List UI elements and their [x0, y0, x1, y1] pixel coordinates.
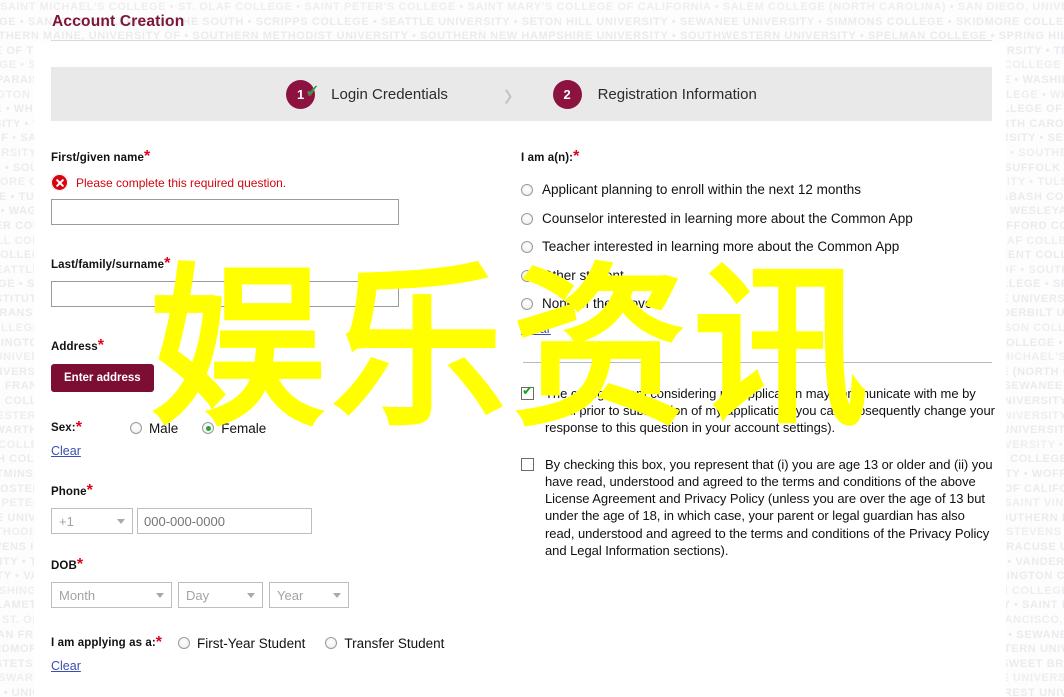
progress-stepper: 1 ✓ Login Credentials › 2 Registration I…: [51, 67, 992, 121]
step-1-label: Login Credentials: [331, 85, 448, 103]
checkbox-icon[interactable]: [521, 384, 534, 400]
step-login-credentials[interactable]: 1 ✓ Login Credentials: [286, 79, 448, 109]
radio-icon[interactable]: [521, 212, 533, 225]
i-am-a-option-4-label: None of the above: [542, 296, 653, 312]
sex-option-male-label: Male: [148, 420, 179, 436]
title-divider: [51, 40, 992, 41]
sex-clear-link[interactable]: Clear: [51, 444, 81, 458]
sex-option-female[interactable]: Female: [202, 421, 266, 436]
i-am-a-label: I am a(n):: [521, 152, 574, 164]
step-1-number: 1: [297, 86, 305, 102]
i-am-a-option-other-student[interactable]: Other student: [521, 267, 996, 285]
field-applying-as: I am applying as a: * First-Year Student …: [51, 634, 471, 675]
page-title: Account Creation: [52, 13, 185, 30]
radio-icon[interactable]: [129, 422, 142, 434]
field-dob: DOB* Month Day Year: [51, 556, 471, 608]
sex-option-male[interactable]: Male: [129, 420, 179, 436]
error-icon: [51, 174, 68, 191]
check-icon: ✓: [305, 80, 321, 101]
i-am-a-clear-link[interactable]: Clear: [521, 322, 551, 336]
dob-month-select[interactable]: Month: [51, 582, 172, 608]
required-asterisk: *: [75, 419, 82, 436]
radio-icon[interactable]: [521, 184, 533, 196]
phone-label: Phone: [51, 486, 87, 498]
required-asterisk: *: [155, 634, 163, 651]
radio-icon[interactable]: [521, 269, 533, 282]
i-am-a-option-counselor[interactable]: Counselor interested in learning more ab…: [521, 210, 996, 228]
consent-terms-text: By checking this box, you represent that…: [545, 456, 993, 558]
required-asterisk: *: [76, 556, 84, 573]
field-address: Address* Enter address: [51, 337, 471, 392]
checkbox-icon[interactable]: [521, 457, 534, 471]
last-name-label: Last/family/surname: [51, 259, 165, 271]
radio-icon[interactable]: [325, 637, 338, 649]
required-asterisk: *: [97, 337, 104, 354]
dob-day-value: Day: [186, 587, 210, 603]
field-i-am-a: I am a(n):* Applicant planning to enroll…: [521, 148, 996, 338]
radio-icon[interactable]: [521, 241, 533, 254]
field-phone: Phone* +1: [51, 482, 471, 534]
consent-row-email[interactable]: The colleges I am considering my applica…: [521, 384, 996, 437]
chevron-down-icon: [333, 593, 341, 598]
i-am-a-option-2-label: Teacher interested in learning more abou…: [542, 239, 900, 255]
field-first-name: First/given name* Please complete this r…: [51, 148, 471, 225]
enter-address-button[interactable]: Enter address: [51, 364, 154, 392]
dob-label: DOB: [51, 560, 77, 572]
radio-icon[interactable]: [521, 298, 533, 311]
first-name-error-text: Please complete this required question.: [76, 175, 287, 190]
step-1-badge: 1 ✓: [286, 79, 320, 109]
dob-year-select[interactable]: Year: [269, 582, 349, 608]
phone-country-code-select[interactable]: +1: [51, 508, 133, 534]
background-text-line: SKIDMORE COLLEGE • SMITH COLLEGE • SOUTH…: [0, 30, 1064, 43]
phone-number-input[interactable]: [137, 508, 312, 534]
consent-email-text: The colleges I am considering my applica…: [545, 385, 995, 436]
step-2-badge: 2: [552, 79, 582, 109]
step-2-number: 2: [563, 86, 571, 102]
chevron-down-icon: [117, 519, 125, 524]
i-am-a-option-applicant[interactable]: Applicant planning to enroll within the …: [521, 181, 996, 199]
i-am-a-option-0-label: Applicant planning to enroll within the …: [542, 182, 861, 197]
step-registration-information[interactable]: 2 Registration Information: [552, 79, 757, 109]
section-divider: [523, 361, 992, 363]
address-label: Address: [51, 341, 98, 353]
sex-label: Sex:: [51, 422, 76, 434]
first-name-error: Please complete this required question.: [51, 174, 471, 191]
required-asterisk: *: [144, 148, 151, 165]
step-2-label: Registration Information: [597, 85, 757, 103]
dob-month-value: Month: [59, 587, 96, 603]
i-am-a-option-3-label: Other student: [542, 267, 624, 283]
dob-year-value: Year: [277, 587, 304, 603]
required-asterisk: *: [164, 255, 171, 272]
radio-icon[interactable]: [202, 422, 215, 434]
dob-day-select[interactable]: Day: [178, 582, 263, 608]
chevron-right-icon: ›: [503, 73, 513, 115]
last-name-input[interactable]: [51, 281, 399, 307]
applying-as-option-first-year[interactable]: First-Year Student: [178, 636, 305, 651]
first-name-label: First/given name: [51, 152, 144, 164]
required-asterisk: *: [86, 482, 93, 499]
required-asterisk: *: [573, 148, 580, 165]
applying-as-option-transfer[interactable]: Transfer Student: [325, 636, 444, 651]
applying-as-clear-link[interactable]: Clear: [51, 659, 81, 673]
i-am-a-option-none[interactable]: None of the above: [521, 295, 996, 313]
applying-as-transfer-label: Transfer Student: [344, 635, 445, 651]
chevron-down-icon: [156, 593, 164, 598]
first-name-input[interactable]: [51, 199, 399, 225]
sex-option-female-label: Female: [221, 420, 267, 436]
phone-country-code-value: +1: [59, 513, 74, 529]
radio-icon[interactable]: [178, 637, 191, 649]
field-sex: Sex: * Male Female Clear: [51, 419, 471, 460]
i-am-a-option-1-label: Counselor interested in learning more ab…: [542, 210, 913, 226]
i-am-a-option-teacher[interactable]: Teacher interested in learning more abou…: [521, 238, 996, 256]
applying-as-label: I am applying as a:: [51, 637, 156, 649]
field-last-name: Last/family/surname*: [51, 255, 471, 307]
applying-as-first-year-label: First-Year Student: [197, 635, 306, 651]
chevron-down-icon: [247, 593, 255, 598]
consent-row-terms[interactable]: By checking this box, you represent that…: [521, 456, 996, 560]
